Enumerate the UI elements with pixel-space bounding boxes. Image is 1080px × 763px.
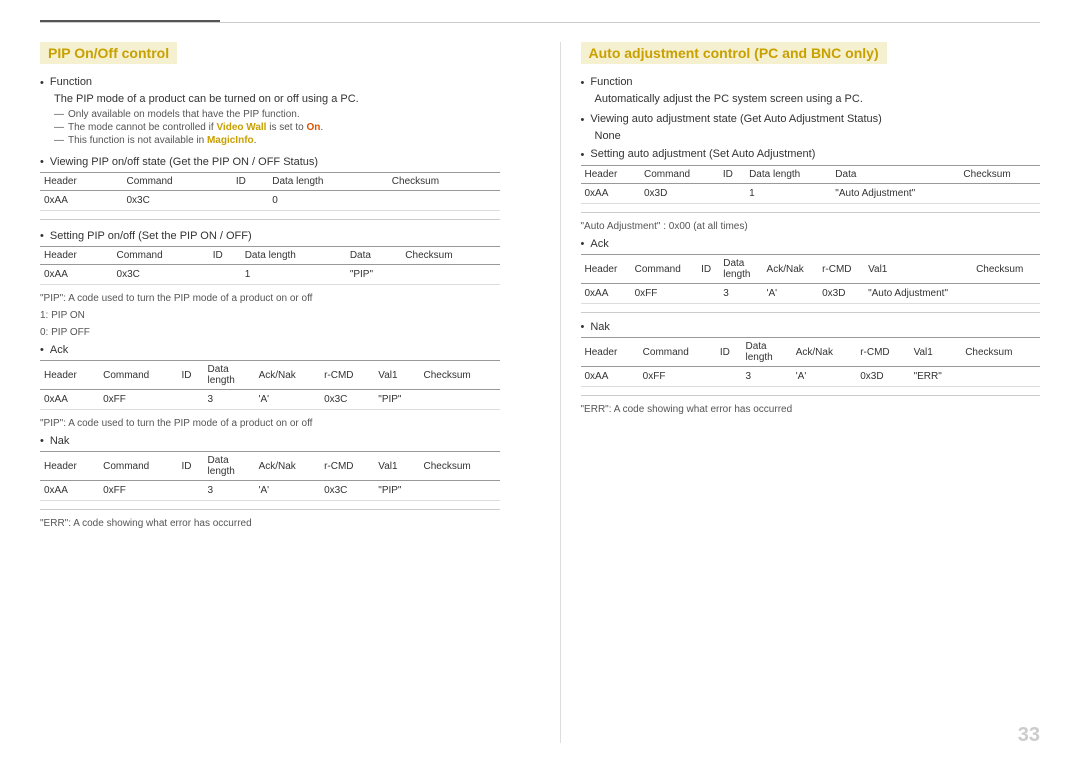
- auto-adj-section-title: Auto adjustment control (PC and BNC only…: [581, 42, 887, 64]
- nak-label-right: • Nak: [581, 321, 1041, 333]
- table-row: 0xAA 0xFF 3 'A' 0x3D "ERR": [581, 367, 1041, 387]
- viewing-adj-value: None: [595, 130, 1041, 142]
- ack-note-left: "PIP": A code used to turn the PIP mode …: [40, 418, 500, 429]
- function-bullet-right: • Function: [581, 76, 1041, 89]
- table-row: 0xAA 0xFF 3 'A' 0x3C "PIP": [40, 390, 500, 410]
- viewing-pip-label: • Viewing PIP on/off state (Get the PIP …: [40, 156, 500, 168]
- table-row: 0xAA 0x3D 1 "Auto Adjustment": [581, 184, 1041, 204]
- function-bullet: • Function: [40, 76, 500, 89]
- auto-adj-note: "Auto Adjustment" : 0x00 (at all times): [581, 221, 1041, 232]
- ack-label-left: • Ack: [40, 344, 500, 356]
- auto-adj-set-table: Header Command ID Data length Data Check…: [581, 165, 1041, 204]
- pip-ack-table: Header Command ID Datalength Ack/Nak r-C…: [40, 360, 500, 410]
- table-row: 0xAA 0x3C 0: [40, 191, 500, 211]
- pip-note-2: 0: PIP OFF: [40, 327, 500, 338]
- pip-nak-table: Header Command ID Datalength Ack/Nak r-C…: [40, 451, 500, 501]
- function-desc: The PIP mode of a product can be turned …: [54, 93, 500, 105]
- auto-adj-ack-table: Header Command ID Datalength Ack/Nak r-C…: [581, 254, 1041, 304]
- pip-section-title: PIP On/Off control: [40, 42, 177, 64]
- setting-adj-label: • Setting auto adjustment (Set Auto Adju…: [581, 148, 1041, 161]
- err-note-left: "ERR": A code showing what error has occ…: [40, 518, 500, 529]
- page-number: 33: [1018, 724, 1040, 747]
- nak-label-left: • Nak: [40, 435, 500, 447]
- note-videowall: The mode cannot be controlled if Video W…: [54, 122, 500, 133]
- err-note-right: "ERR": A code showing what error has occ…: [581, 404, 1041, 415]
- setting-pip-label: • Setting PIP on/off (Set the PIP ON / O…: [40, 230, 500, 242]
- auto-adj-nak-table: Header Command ID Datalength Ack/Nak r-C…: [581, 337, 1041, 387]
- viewing-adj-label: • Viewing auto adjustment state (Get Aut…: [581, 113, 1041, 126]
- pip-view-table: Header Command ID Data length Checksum 0…: [40, 172, 500, 211]
- pip-note-1: 1: PIP ON: [40, 310, 500, 321]
- pip-set-table: Header Command ID Data length Data Check…: [40, 246, 500, 285]
- table-row: 0xAA 0x3C 1 "PIP": [40, 265, 500, 285]
- ack-label-right: • Ack: [581, 238, 1041, 250]
- note-magicinfo: This function is not available in MagicI…: [54, 135, 500, 146]
- table-row: 0xAA 0xFF 3 'A' 0x3C "PIP": [40, 481, 500, 501]
- pip-note-0: "PIP": A code used to turn the PIP mode …: [40, 293, 500, 304]
- left-column: PIP On/Off control • Function The PIP mo…: [40, 42, 520, 743]
- table-row: 0xAA 0xFF 3 'A' 0x3D "Auto Adjustment": [581, 284, 1041, 304]
- function-desc-right: Automatically adjust the PC system scree…: [595, 93, 1041, 105]
- right-column: Auto adjustment control (PC and BNC only…: [560, 42, 1041, 743]
- note-pip-models: Only available on models that have the P…: [54, 109, 500, 120]
